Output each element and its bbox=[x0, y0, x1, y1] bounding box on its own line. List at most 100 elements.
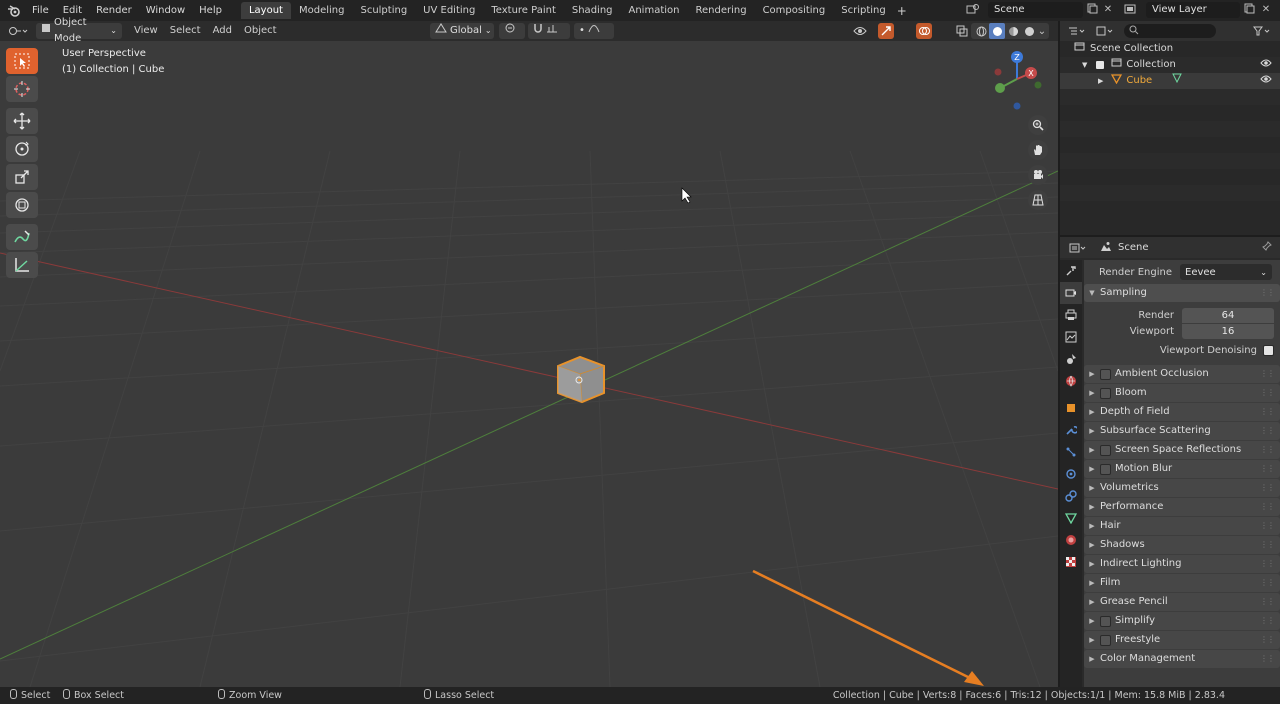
drag-grip-icon[interactable]: ⋮⋮ bbox=[1260, 555, 1275, 573]
tab-particles[interactable] bbox=[1060, 441, 1082, 463]
navigation-gizmo[interactable]: Z X bbox=[986, 47, 1050, 113]
cube-row[interactable]: ▶ Cube bbox=[1060, 73, 1280, 89]
tab-shading[interactable]: Shading bbox=[564, 2, 621, 19]
pin-icon[interactable] bbox=[1262, 241, 1272, 254]
rendered-shading-icon[interactable] bbox=[1021, 23, 1037, 39]
proportional-editing-selector[interactable]: • bbox=[574, 23, 614, 39]
transform-tool[interactable] bbox=[6, 192, 38, 218]
collection-row[interactable]: ▼ Collection bbox=[1060, 57, 1280, 73]
tab-rendering[interactable]: Rendering bbox=[687, 2, 754, 19]
menu-view[interactable]: View bbox=[128, 23, 164, 39]
menu-add[interactable]: Add bbox=[207, 23, 238, 39]
tab-view-layer[interactable] bbox=[1060, 326, 1082, 348]
panel-header-grease-pencil[interactable]: ▶ Grease Pencil ⋮⋮ bbox=[1084, 593, 1280, 611]
move-tool[interactable] bbox=[6, 108, 38, 134]
new-scene-icon[interactable] bbox=[1085, 3, 1099, 17]
tab-tool[interactable] bbox=[1060, 260, 1082, 282]
tab-animation[interactable]: Animation bbox=[621, 2, 688, 19]
zoom-view-button[interactable] bbox=[1028, 115, 1048, 135]
visibility-icon[interactable] bbox=[852, 23, 868, 39]
drag-grip-icon[interactable]: ⋮⋮ bbox=[1260, 593, 1275, 611]
scale-tool[interactable] bbox=[6, 164, 38, 190]
drag-grip-icon[interactable]: ⋮⋮ bbox=[1260, 536, 1275, 554]
panel-header-freestyle[interactable]: ▶ Freestyle ⋮⋮ bbox=[1084, 631, 1280, 649]
tab-sculpting[interactable]: Sculpting bbox=[352, 2, 415, 19]
delete-view-layer-icon[interactable]: ✕ bbox=[1259, 3, 1273, 17]
overlays-toggle-icon[interactable] bbox=[916, 23, 932, 39]
tab-scene[interactable] bbox=[1060, 348, 1082, 370]
tab-world[interactable] bbox=[1060, 370, 1082, 392]
drag-grip-icon[interactable]: ⋮⋮ bbox=[1260, 650, 1275, 668]
solid-shading-icon[interactable] bbox=[989, 23, 1005, 39]
drag-grip-icon[interactable]: ⋮⋮ bbox=[1260, 441, 1275, 459]
material-preview-shading-icon[interactable] bbox=[1005, 23, 1021, 39]
shading-options-chevron-icon[interactable]: ⌄ bbox=[1037, 23, 1047, 39]
panel-enable-checkbox[interactable] bbox=[1100, 387, 1111, 399]
panel-header-performance[interactable]: ▶ Performance ⋮⋮ bbox=[1084, 498, 1280, 516]
panel-enable-checkbox[interactable] bbox=[1100, 615, 1111, 627]
eye-visibility-icon[interactable] bbox=[1260, 73, 1272, 89]
menu-help[interactable]: Help bbox=[192, 0, 229, 21]
snapping-selector[interactable] bbox=[528, 23, 570, 39]
panel-header-ambient-occlusion[interactable]: ▶ Ambient Occlusion ⋮⋮ bbox=[1084, 365, 1280, 383]
properties-editor-type-icon[interactable] bbox=[1066, 240, 1090, 256]
tab-output[interactable] bbox=[1060, 304, 1082, 326]
cursor-tool[interactable] bbox=[6, 76, 38, 102]
drag-grip-icon[interactable]: ⋮⋮ bbox=[1260, 517, 1275, 535]
drag-grip-icon[interactable]: ⋮⋮ bbox=[1260, 612, 1275, 630]
mode-selector[interactable]: Object Mode ⌄ bbox=[36, 17, 122, 44]
drag-grip-icon[interactable]: ⋮⋮ bbox=[1260, 574, 1275, 592]
annotate-tool[interactable] bbox=[6, 224, 38, 250]
tab-object-data[interactable] bbox=[1060, 507, 1082, 529]
tab-modifiers[interactable] bbox=[1060, 419, 1082, 441]
drag-grip-icon[interactable]: ⋮⋮ bbox=[1260, 365, 1275, 383]
scene-collection-row[interactable]: Scene Collection bbox=[1060, 41, 1280, 57]
viewport-samples-field[interactable]: 16 bbox=[1182, 323, 1274, 339]
panel-header-depth-of-field[interactable]: ▶ Depth of Field ⋮⋮ bbox=[1084, 403, 1280, 421]
tab-uv-editing[interactable]: UV Editing bbox=[415, 2, 483, 19]
drag-grip-icon[interactable]: ⋮⋮ bbox=[1260, 403, 1275, 421]
rotate-tool[interactable] bbox=[6, 136, 38, 162]
drag-grip-icon[interactable]: ⋮⋮ bbox=[1260, 479, 1275, 497]
panel-header-motion-blur[interactable]: ▶ Motion Blur ⋮⋮ bbox=[1084, 460, 1280, 478]
panel-header-hair[interactable]: ▶ Hair ⋮⋮ bbox=[1084, 517, 1280, 535]
menu-object[interactable]: Object bbox=[238, 23, 283, 39]
blender-logo-icon[interactable] bbox=[3, 0, 25, 21]
cube-object[interactable] bbox=[557, 355, 605, 404]
tab-modeling[interactable]: Modeling bbox=[291, 2, 353, 19]
outliner-search-input[interactable] bbox=[1124, 24, 1216, 38]
drag-grip-icon[interactable]: ⋮⋮ bbox=[1260, 422, 1275, 440]
add-workspace-button[interactable]: + bbox=[894, 4, 910, 18]
expand-triangle-icon[interactable]: ▶ bbox=[1098, 73, 1103, 89]
menu-file[interactable]: File bbox=[25, 0, 56, 21]
tab-material[interactable] bbox=[1060, 529, 1082, 551]
scene-selector-icon[interactable] bbox=[966, 3, 980, 17]
drag-grip-icon[interactable]: ⋮⋮ bbox=[1260, 460, 1275, 478]
transform-orientation-selector[interactable]: Global ⌄ bbox=[430, 23, 494, 39]
menu-select[interactable]: Select bbox=[164, 23, 207, 39]
tab-scripting[interactable]: Scripting bbox=[833, 2, 893, 19]
select-box-tool[interactable] bbox=[6, 48, 38, 74]
render-engine-dropdown[interactable]: Eevee ⌄ bbox=[1180, 264, 1272, 280]
panel-enable-checkbox[interactable] bbox=[1100, 444, 1111, 456]
xray-toggle-icon[interactable] bbox=[954, 23, 970, 39]
panel-header-film[interactable]: ▶ Film ⋮⋮ bbox=[1084, 574, 1280, 592]
drag-grip-icon[interactable]: ⋮⋮ bbox=[1260, 498, 1275, 516]
viewport-denoising-checkbox[interactable] bbox=[1263, 344, 1274, 356]
panel-header-volumetrics[interactable]: ▶ Volumetrics ⋮⋮ bbox=[1084, 479, 1280, 497]
panel-header-color-management[interactable]: ▶ Color Management ⋮⋮ bbox=[1084, 650, 1280, 668]
collection-checkbox[interactable] bbox=[1095, 60, 1106, 70]
3d-viewport[interactable]: User Perspective (1) Collection | Cube Z… bbox=[0, 41, 1058, 687]
display-mode-icon[interactable] bbox=[1094, 23, 1116, 39]
delete-scene-icon[interactable]: ✕ bbox=[1101, 3, 1115, 17]
tab-compositing[interactable]: Compositing bbox=[755, 2, 834, 19]
expand-triangle-icon[interactable]: ▼ bbox=[1082, 57, 1087, 73]
sampling-panel-header[interactable]: ▼ Sampling ⋮⋮ bbox=[1084, 284, 1280, 302]
panel-enable-checkbox[interactable] bbox=[1100, 368, 1111, 380]
pivot-point-selector[interactable] bbox=[499, 23, 525, 39]
panel-header-subsurface-scattering[interactable]: ▶ Subsurface Scattering ⋮⋮ bbox=[1084, 422, 1280, 440]
panel-header-simplify[interactable]: ▶ Simplify ⋮⋮ bbox=[1084, 612, 1280, 630]
tab-render[interactable] bbox=[1060, 282, 1082, 304]
outliner-editor-type-icon[interactable] bbox=[1066, 23, 1088, 39]
tab-object[interactable] bbox=[1060, 397, 1082, 419]
